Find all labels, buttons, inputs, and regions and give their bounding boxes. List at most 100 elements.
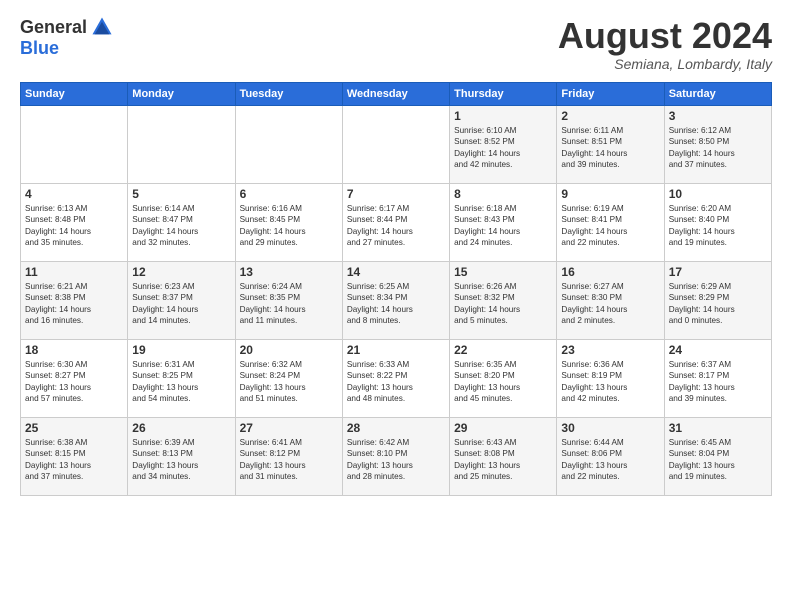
calendar-cell: 11 Sunrise: 6:21 AM Sunset: 8:38 PM Dayli… — [21, 261, 128, 339]
day-number: 28 — [347, 421, 445, 435]
day-info: Sunrise: 6:41 AM Sunset: 8:12 PM Dayligh… — [240, 437, 338, 483]
calendar-cell: 18 Sunrise: 6:30 AM Sunset: 8:27 PM Dayli… — [21, 339, 128, 417]
calendar-cell — [21, 105, 128, 183]
calendar-cell: 29 Sunrise: 6:43 AM Sunset: 8:08 PM Dayli… — [450, 417, 557, 495]
calendar-cell: 10 Sunrise: 6:20 AM Sunset: 8:40 PM Dayli… — [664, 183, 771, 261]
weekday-header: Thursday — [450, 82, 557, 105]
day-number: 1 — [454, 109, 552, 123]
calendar-cell — [128, 105, 235, 183]
calendar-cell: 25 Sunrise: 6:38 AM Sunset: 8:15 PM Dayli… — [21, 417, 128, 495]
calendar-week-row: 4 Sunrise: 6:13 AM Sunset: 8:48 PM Daylig… — [21, 183, 772, 261]
day-info: Sunrise: 6:35 AM Sunset: 8:20 PM Dayligh… — [454, 359, 552, 405]
day-info: Sunrise: 6:21 AM Sunset: 8:38 PM Dayligh… — [25, 281, 123, 327]
weekday-header: Saturday — [664, 82, 771, 105]
day-info: Sunrise: 6:14 AM Sunset: 8:47 PM Dayligh… — [132, 203, 230, 249]
day-number: 25 — [25, 421, 123, 435]
day-info: Sunrise: 6:10 AM Sunset: 8:52 PM Dayligh… — [454, 125, 552, 171]
calendar-cell — [342, 105, 449, 183]
day-info: Sunrise: 6:31 AM Sunset: 8:25 PM Dayligh… — [132, 359, 230, 405]
calendar-cell: 17 Sunrise: 6:29 AM Sunset: 8:29 PM Dayli… — [664, 261, 771, 339]
day-info: Sunrise: 6:42 AM Sunset: 8:10 PM Dayligh… — [347, 437, 445, 483]
day-info: Sunrise: 6:44 AM Sunset: 8:06 PM Dayligh… — [561, 437, 659, 483]
day-info: Sunrise: 6:23 AM Sunset: 8:37 PM Dayligh… — [132, 281, 230, 327]
weekday-header-row: SundayMondayTuesdayWednesdayThursdayFrid… — [21, 82, 772, 105]
calendar-cell: 14Sunrise: 6:25 AM Sunset: 8:34 PM Dayli… — [342, 261, 449, 339]
calendar-cell: 21Sunrise: 6:33 AM Sunset: 8:22 PM Dayli… — [342, 339, 449, 417]
calendar-cell: 4 Sunrise: 6:13 AM Sunset: 8:48 PM Daylig… — [21, 183, 128, 261]
day-info: Sunrise: 6:18 AM Sunset: 8:43 PM Dayligh… — [454, 203, 552, 249]
calendar-cell: 19 Sunrise: 6:31 AM Sunset: 8:25 PM Dayli… — [128, 339, 235, 417]
weekday-header: Friday — [557, 82, 664, 105]
day-number: 19 — [132, 343, 230, 357]
day-info: Sunrise: 6:30 AM Sunset: 8:27 PM Dayligh… — [25, 359, 123, 405]
day-number: 13 — [240, 265, 338, 279]
calendar-cell: 16Sunrise: 6:27 AM Sunset: 8:30 PM Dayli… — [557, 261, 664, 339]
day-info: Sunrise: 6:26 AM Sunset: 8:32 PM Dayligh… — [454, 281, 552, 327]
day-number: 26 — [132, 421, 230, 435]
day-number: 30 — [561, 421, 659, 435]
day-info: Sunrise: 6:39 AM Sunset: 8:13 PM Dayligh… — [132, 437, 230, 483]
day-info: Sunrise: 6:13 AM Sunset: 8:48 PM Dayligh… — [25, 203, 123, 249]
calendar-cell: 13 Sunrise: 6:24 AM Sunset: 8:35 PM Dayli… — [235, 261, 342, 339]
day-number: 12 — [132, 265, 230, 279]
day-number: 11 — [25, 265, 123, 279]
calendar-week-row: 1 Sunrise: 6:10 AM Sunset: 8:52 PM Daylig… — [21, 105, 772, 183]
calendar-cell: 30 Sunrise: 6:44 AM Sunset: 8:06 PM Dayli… — [557, 417, 664, 495]
calendar-cell: 7Sunrise: 6:17 AM Sunset: 8:44 PM Daylig… — [342, 183, 449, 261]
day-info: Sunrise: 6:17 AM Sunset: 8:44 PM Dayligh… — [347, 203, 445, 249]
month-year: August 2024 — [558, 16, 772, 56]
day-number: 22 — [454, 343, 552, 357]
day-info: Sunrise: 6:11 AM Sunset: 8:51 PM Dayligh… — [561, 125, 659, 171]
title-block: August 2024 Semiana, Lombardy, Italy — [558, 16, 772, 72]
logo-general: General — [20, 17, 87, 38]
logo: General Blue — [20, 16, 113, 59]
calendar-cell: 31 Sunrise: 6:45 AM Sunset: 8:04 PM Dayli… — [664, 417, 771, 495]
day-number: 5 — [132, 187, 230, 201]
calendar-cell: 23Sunrise: 6:36 AM Sunset: 8:19 PM Dayli… — [557, 339, 664, 417]
day-number: 24 — [669, 343, 767, 357]
day-number: 18 — [25, 343, 123, 357]
calendar-week-row: 25 Sunrise: 6:38 AM Sunset: 8:15 PM Dayli… — [21, 417, 772, 495]
day-number: 27 — [240, 421, 338, 435]
day-info: Sunrise: 6:43 AM Sunset: 8:08 PM Dayligh… — [454, 437, 552, 483]
day-info: Sunrise: 6:24 AM Sunset: 8:35 PM Dayligh… — [240, 281, 338, 327]
day-number: 2 — [561, 109, 659, 123]
calendar-cell: 28 Sunrise: 6:42 AM Sunset: 8:10 PM Dayli… — [342, 417, 449, 495]
weekday-header: Wednesday — [342, 82, 449, 105]
calendar-cell: 9 Sunrise: 6:19 AM Sunset: 8:41 PM Daylig… — [557, 183, 664, 261]
calendar-cell: 5 Sunrise: 6:14 AM Sunset: 8:47 PM Daylig… — [128, 183, 235, 261]
day-number: 10 — [669, 187, 767, 201]
day-info: Sunrise: 6:45 AM Sunset: 8:04 PM Dayligh… — [669, 437, 767, 483]
day-info: Sunrise: 6:29 AM Sunset: 8:29 PM Dayligh… — [669, 281, 767, 327]
page-container: General Blue August 2024 Semiana, Lombar… — [0, 0, 792, 506]
calendar-cell: 12 Sunrise: 6:23 AM Sunset: 8:37 PM Dayli… — [128, 261, 235, 339]
calendar-cell: 15Sunrise: 6:26 AM Sunset: 8:32 PM Dayli… — [450, 261, 557, 339]
day-info: Sunrise: 6:19 AM Sunset: 8:41 PM Dayligh… — [561, 203, 659, 249]
day-number: 3 — [669, 109, 767, 123]
day-number: 23 — [561, 343, 659, 357]
day-number: 6 — [240, 187, 338, 201]
location: Semiana, Lombardy, Italy — [558, 56, 772, 72]
day-number: 29 — [454, 421, 552, 435]
day-info: Sunrise: 6:38 AM Sunset: 8:15 PM Dayligh… — [25, 437, 123, 483]
calendar-cell: 6 Sunrise: 6:16 AM Sunset: 8:45 PM Daylig… — [235, 183, 342, 261]
day-info: Sunrise: 6:20 AM Sunset: 8:40 PM Dayligh… — [669, 203, 767, 249]
day-number: 8 — [454, 187, 552, 201]
calendar-cell: 2 Sunrise: 6:11 AM Sunset: 8:51 PM Daylig… — [557, 105, 664, 183]
day-number: 4 — [25, 187, 123, 201]
day-info: Sunrise: 6:12 AM Sunset: 8:50 PM Dayligh… — [669, 125, 767, 171]
day-number: 21 — [347, 343, 445, 357]
calendar-cell — [235, 105, 342, 183]
day-number: 17 — [669, 265, 767, 279]
day-number: 31 — [669, 421, 767, 435]
calendar-cell: 26 Sunrise: 6:39 AM Sunset: 8:13 PM Dayli… — [128, 417, 235, 495]
calendar-cell: 3 Sunrise: 6:12 AM Sunset: 8:50 PM Daylig… — [664, 105, 771, 183]
weekday-header: Monday — [128, 82, 235, 105]
day-number: 16 — [561, 265, 659, 279]
day-number: 9 — [561, 187, 659, 201]
day-number: 20 — [240, 343, 338, 357]
calendar-week-row: 18 Sunrise: 6:30 AM Sunset: 8:27 PM Dayli… — [21, 339, 772, 417]
day-info: Sunrise: 6:16 AM Sunset: 8:45 PM Dayligh… — [240, 203, 338, 249]
day-info: Sunrise: 6:32 AM Sunset: 8:24 PM Dayligh… — [240, 359, 338, 405]
calendar-cell: 20 Sunrise: 6:32 AM Sunset: 8:24 PM Dayli… — [235, 339, 342, 417]
